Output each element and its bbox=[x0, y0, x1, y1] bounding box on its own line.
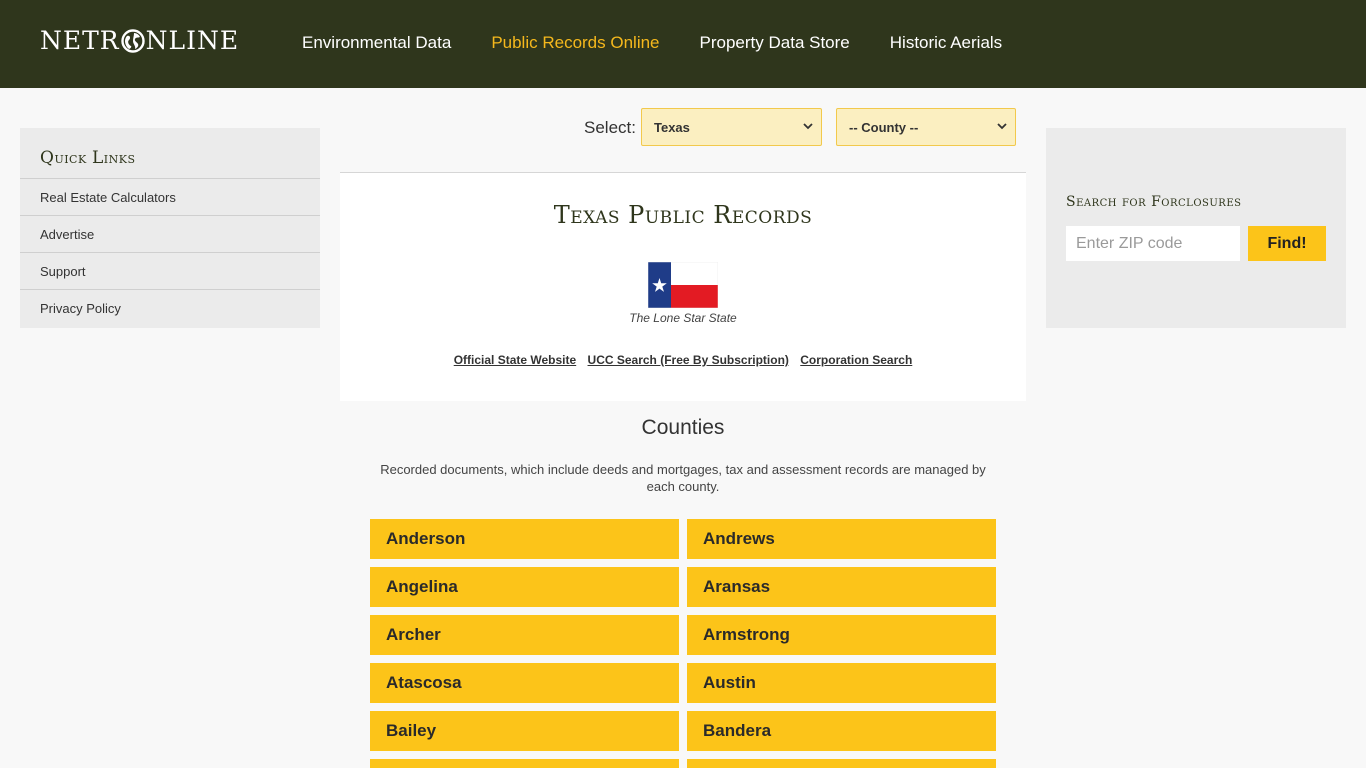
county-button[interactable]: Austin bbox=[687, 663, 996, 703]
site-header: NETR NLINE Environmental Data Public Rec… bbox=[0, 0, 1366, 88]
counties-description: Recorded documents, which include deeds … bbox=[380, 462, 986, 494]
quick-link-privacy-policy[interactable]: Privacy Policy bbox=[20, 290, 320, 327]
quick-links-panel: Quick Links Real Estate Calculators Adve… bbox=[20, 128, 320, 328]
counties-heading: Counties bbox=[641, 416, 725, 439]
nav-environmental-data[interactable]: Environmental Data bbox=[302, 33, 451, 53]
page-title: Texas Public Records bbox=[553, 201, 813, 229]
quick-link-advertise[interactable]: Advertise bbox=[20, 216, 320, 253]
find-button[interactable]: Find! bbox=[1248, 226, 1326, 261]
official-state-website-link[interactable]: Official State Website bbox=[454, 353, 576, 367]
corporation-search-link[interactable]: Corporation Search bbox=[800, 353, 912, 367]
ucc-search-link[interactable]: UCC Search (Free By Subscription) bbox=[588, 353, 789, 367]
state-info-card: Texas Public Records The Lone Star State… bbox=[340, 172, 1026, 401]
state-select-value: Texas bbox=[654, 119, 690, 135]
county-button[interactable]: Bailey bbox=[370, 711, 679, 751]
main-nav: Environmental Data Public Records Online… bbox=[302, 33, 1042, 53]
nav-public-records-online[interactable]: Public Records Online bbox=[491, 33, 659, 53]
chevron-down-icon bbox=[997, 123, 1007, 130]
logo-text-left: NETR bbox=[40, 26, 120, 55]
texas-flag-icon bbox=[648, 262, 718, 308]
county-select[interactable]: -- County -- bbox=[836, 108, 1016, 146]
nav-historic-aerials[interactable]: Historic Aerials bbox=[890, 33, 1002, 53]
nav-property-data-store[interactable]: Property Data Store bbox=[700, 33, 850, 53]
foreclosure-title: Search for Forclosures bbox=[1066, 194, 1242, 210]
foreclosure-search-panel: Search for Forclosures Find! bbox=[1046, 128, 1346, 328]
netronline-logo[interactable]: NETR NLINE bbox=[40, 27, 239, 55]
county-button[interactable]: Angelina bbox=[370, 567, 679, 607]
county-button[interactable]: Aransas bbox=[687, 567, 996, 607]
globe-icon bbox=[120, 29, 145, 53]
chevron-down-icon bbox=[803, 123, 813, 130]
quick-links-title: Quick Links bbox=[20, 128, 320, 179]
county-select-value: -- County -- bbox=[849, 119, 919, 135]
quick-link-real-estate-calculators[interactable]: Real Estate Calculators bbox=[20, 179, 320, 216]
state-links: Official State Website UCC Search (Free … bbox=[340, 353, 1026, 367]
county-button[interactable]: Bandera bbox=[687, 711, 996, 751]
county-button[interactable] bbox=[370, 759, 679, 768]
county-button[interactable] bbox=[687, 759, 996, 768]
state-nickname: The Lone Star State bbox=[629, 311, 737, 325]
select-label: Select: bbox=[584, 118, 636, 137]
zip-code-input[interactable] bbox=[1066, 226, 1240, 261]
state-select[interactable]: Texas bbox=[641, 108, 822, 146]
logo-text-right: NLINE bbox=[145, 26, 240, 55]
county-button[interactable]: Anderson bbox=[370, 519, 679, 559]
county-button[interactable]: Atascosa bbox=[370, 663, 679, 703]
county-button[interactable]: Armstrong bbox=[687, 615, 996, 655]
county-button[interactable]: Andrews bbox=[687, 519, 996, 559]
quick-link-support[interactable]: Support bbox=[20, 253, 320, 290]
county-button[interactable]: Archer bbox=[370, 615, 679, 655]
